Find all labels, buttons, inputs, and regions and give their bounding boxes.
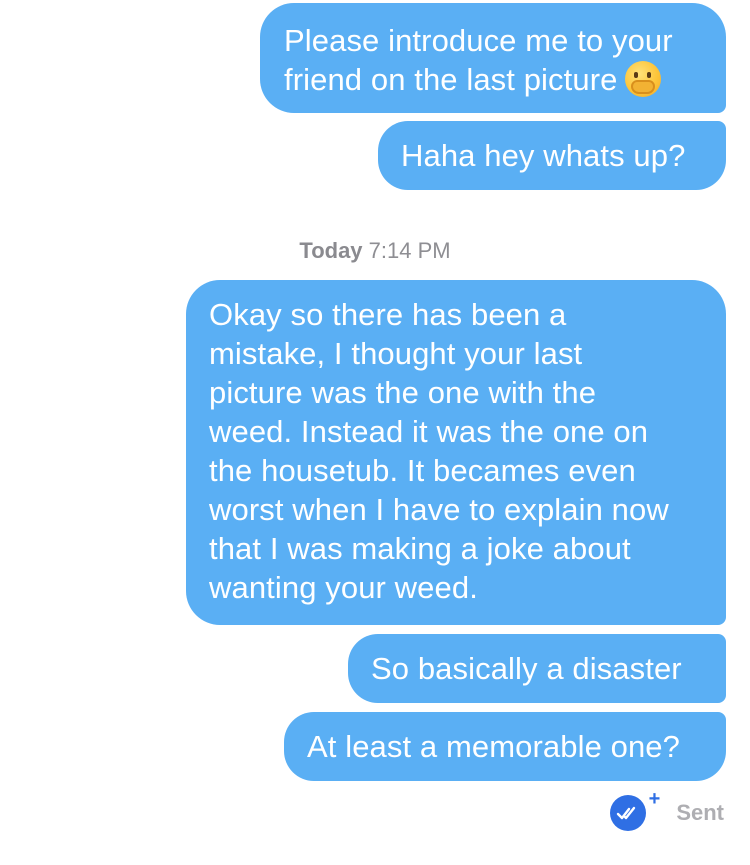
- double-check-glyph: [617, 806, 636, 820]
- message-bubble[interactable]: At least a memorable one?: [284, 712, 726, 781]
- message-line: Okay so there has been a: [209, 297, 567, 332]
- message-line: that I was making a joke about: [209, 531, 631, 566]
- message-line-text: friend on the last picture: [284, 62, 618, 97]
- message-line: Please introduce me to your: [284, 23, 673, 58]
- message-line: picture was the one with the: [209, 375, 597, 410]
- double-check-icon[interactable]: +: [610, 789, 660, 831]
- message-bubble[interactable]: Okay so there has been a mistake, I thou…: [186, 280, 726, 625]
- timestamp-day: Today: [299, 238, 363, 263]
- message-line: mistake, I thought your last: [209, 336, 583, 371]
- message-bubble[interactable]: Haha hey whats up?: [378, 121, 726, 190]
- hand-over-mouth-emoji-icon: [625, 61, 662, 97]
- message-line: weed. Instead it was the one on: [209, 414, 649, 449]
- message-bubble[interactable]: So basically a disaster: [348, 634, 726, 703]
- sent-label: Sent: [676, 800, 724, 825]
- message-text: At least a memorable one?: [307, 729, 680, 764]
- chat-thread: Please introduce me to your friend on th…: [0, 0, 750, 865]
- message-text: So basically a disaster: [371, 651, 682, 686]
- message-line: worst when I have to explain now: [209, 492, 669, 527]
- message-text: Haha hey whats up?: [401, 138, 686, 173]
- message-bubble[interactable]: Please introduce me to your friend on th…: [260, 3, 726, 113]
- timestamp-divider: Today 7:14 PM: [0, 238, 750, 264]
- timestamp-time: 7:14 PM: [368, 238, 451, 263]
- message-line: friend on the last picture: [284, 60, 700, 99]
- delivery-status: + Sent: [610, 789, 724, 833]
- plus-icon: +: [648, 788, 661, 810]
- message-line: the housetub. It becames even: [209, 453, 636, 488]
- message-line: wanting your weed.: [209, 570, 478, 605]
